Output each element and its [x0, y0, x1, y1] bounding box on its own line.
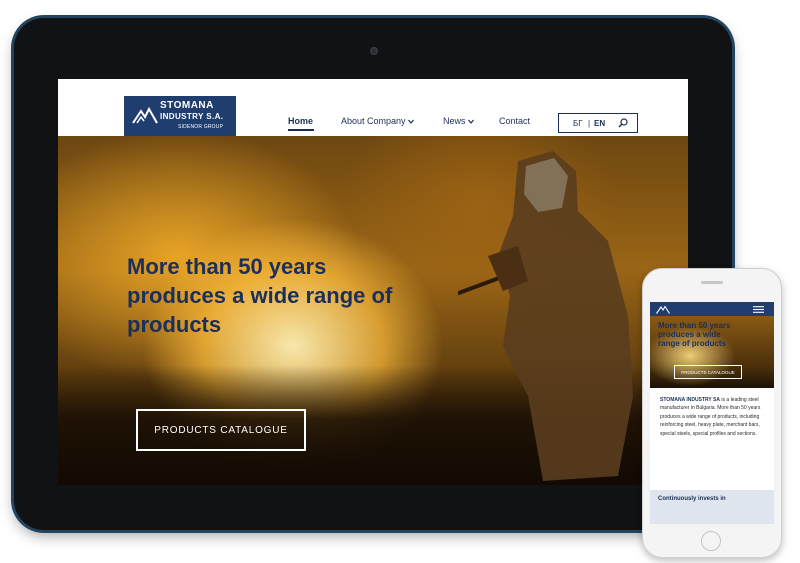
- phone-device: More than 50 years produces a wide range…: [642, 268, 782, 558]
- mobile-hero-headline: More than 50 years produces a wide range…: [658, 321, 731, 348]
- mobile-invest-title: Continuously invests in: [658, 496, 726, 502]
- mountain-logo-icon: [132, 106, 158, 124]
- site-header: STOMANA INDUSTRY S.A. SIDENOR GROUP Home…: [58, 79, 688, 138]
- mobile-products-catalogue-button[interactable]: PRODUCTS CATALOGUE: [674, 365, 742, 379]
- nav-news-label: News: [443, 116, 466, 126]
- products-catalogue-label: PRODUCTS CATALOGUE: [154, 425, 288, 436]
- logo-line-2: INDUSTRY S.A.: [160, 112, 224, 121]
- steelworker-silhouette: [458, 151, 633, 481]
- language-search-box: БГ | EN: [558, 113, 638, 133]
- mobile-products-catalogue-label: PRODUCTS CATALOGUE: [681, 370, 735, 375]
- nav-about-label: About Company: [341, 116, 406, 126]
- mobile-header: [650, 302, 774, 316]
- mobile-invest-section: Continuously invests in: [650, 490, 774, 524]
- nav-home[interactable]: Home: [288, 116, 313, 126]
- lang-bg[interactable]: БГ: [573, 119, 583, 128]
- search-icon[interactable]: [618, 118, 628, 128]
- mobile-company-name: STOMANA INDUSTRY SA: [660, 397, 721, 403]
- lang-separator: |: [588, 119, 591, 128]
- camera-icon: [370, 47, 378, 55]
- products-catalogue-button[interactable]: PRODUCTS CATALOGUE: [136, 409, 306, 451]
- hamburger-menu-icon[interactable]: [753, 306, 764, 313]
- lang-en[interactable]: EN: [594, 119, 605, 128]
- logo-line-1: STOMANA: [160, 100, 214, 111]
- nav-contact[interactable]: Contact: [499, 116, 530, 126]
- nav-about[interactable]: About Company: [341, 116, 414, 126]
- mobile-intro-text: STOMANA INDUSTRY SA is a leading steel m…: [660, 396, 766, 438]
- home-button[interactable]: [701, 531, 721, 551]
- logo-line-3: SIDENOR GROUP: [178, 124, 224, 130]
- tablet-screen: STOMANA INDUSTRY S.A. SIDENOR GROUP Home…: [58, 79, 688, 485]
- nav-news[interactable]: News: [443, 116, 474, 126]
- hero-headline: More than 50 years produces a wide range…: [127, 254, 393, 337]
- mountain-logo-icon[interactable]: [656, 305, 670, 314]
- chevron-down-icon: [407, 119, 414, 125]
- nav-active-underline: [288, 129, 314, 131]
- phone-screen: More than 50 years produces a wide range…: [650, 302, 774, 524]
- tablet-device: STOMANA INDUSTRY S.A. SIDENOR GROUP Home…: [14, 18, 732, 530]
- chevron-down-icon: [467, 119, 474, 125]
- site-logo[interactable]: STOMANA INDUSTRY S.A. SIDENOR GROUP: [124, 96, 236, 138]
- phone-speaker: [701, 281, 723, 284]
